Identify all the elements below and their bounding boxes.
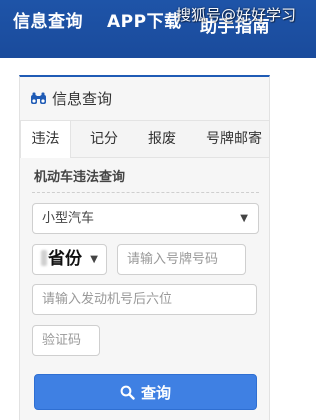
info-query-panel: 信息查询 违法 记分 报废 号牌邮寄 机动车违法查询 小型汽车 ▼ 省份 ▼ 请… [19, 75, 270, 420]
nav-info-query[interactable]: 信息查询 [13, 7, 83, 32]
top-nav-bar: 信息查询 APP下载 助手指南 搜狐号@好好学习 [0, 0, 316, 58]
engine-number-input[interactable]: 请输入发动机号后六位 [32, 284, 257, 315]
vehicle-type-select[interactable]: 小型汽车 ▼ [32, 203, 259, 234]
tab-violation[interactable]: 违法 [20, 120, 71, 158]
tab-points[interactable]: 记分 [80, 121, 128, 158]
province-select[interactable]: 省份 ▼ [32, 244, 107, 275]
plate-number-input[interactable]: 请输入号牌号码 [117, 244, 246, 275]
vehicle-type-value: 小型汽车 [42, 211, 95, 226]
section-title: 机动车违法查询 [34, 170, 126, 185]
province-value: 省份 [48, 249, 82, 269]
tab-scrap[interactable]: 报废 [138, 121, 186, 158]
nav-app-download[interactable]: APP下载 [107, 7, 182, 32]
binoculars-icon [31, 92, 46, 104]
search-button-label: 查询 [140, 383, 171, 402]
search-button[interactable]: 查询 [34, 374, 257, 410]
captcha-input[interactable]: 验证码 [32, 325, 100, 356]
panel-title: 信息查询 [52, 89, 113, 108]
tab-plate-mail[interactable]: 号牌邮寄 [198, 121, 270, 158]
query-tabs: 违法 记分 报废 号牌邮寄 [20, 120, 269, 158]
section-divider [32, 192, 259, 193]
panel-header: 信息查询 [20, 77, 269, 119]
caret-down-icon: ▼ [90, 254, 98, 265]
blurred-placeholder [41, 250, 47, 266]
caret-down-icon: ▼ [240, 213, 248, 224]
search-icon [120, 385, 135, 400]
watermark: 搜狐号@好好学习 [176, 6, 297, 24]
